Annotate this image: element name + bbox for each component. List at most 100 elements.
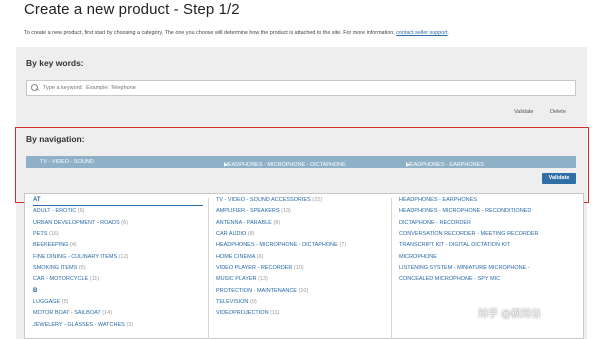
category-item[interactable]: SMOKING ITEMS (6) [33, 265, 133, 276]
category-name: HEADPHONES - MICROPHONE - DICTAPHONE [216, 242, 338, 249]
category-name: CONVERSATION RECORDER - MEETING RECORDER [399, 231, 539, 238]
category-column-3: HEADPHONES - EARPHONES HEADPHONES - MICRO… [399, 197, 539, 288]
category-item[interactable]: CAR - MOTORCYCLE (11) [33, 276, 133, 287]
category-count: (8) [273, 219, 281, 226]
category-count: (14) [102, 310, 112, 317]
category-count: (5) [61, 299, 69, 306]
category-item[interactable]: TRANSCRIPT KIT - DIGITAL DICTATION KIT [399, 242, 539, 253]
category-count: (13) [281, 208, 291, 215]
category-count: (13) [258, 276, 268, 283]
category-count: (22) [312, 197, 323, 203]
category-list-b: LUGGAGE (5) MOTOR BOAT - SAILBOAT (14) JEW… [33, 299, 133, 333]
letter-heading-a: AT [33, 197, 41, 203]
category-name: CONCEALED MICROPHONE - SPY MIC [399, 276, 501, 283]
category-name: DICTAPHONE - RECORDER [399, 219, 472, 226]
category-item[interactable]: MOTOR BOAT - SAILBOAT (14) [33, 310, 133, 321]
category-item[interactable]: CAR AUDIO (8) [216, 231, 346, 242]
category-name: VIDEOPROJECTION [216, 310, 269, 317]
category-item[interactable]: ANTENNA - PARABLE (8) [216, 220, 346, 231]
search-icon [31, 84, 39, 92]
intro-text: To create a new product, first start by … [24, 30, 449, 36]
category-name: HEADPHONES - MICROPHONE - RECONDITIONED [399, 208, 532, 215]
category-name: ANTENNA - PARABLE [216, 219, 272, 226]
category-name: JEWELERY - GLASSES - WATCHES [33, 321, 125, 328]
category-item[interactable]: VIDEO PLAYER - RECORDER (10) [216, 265, 346, 276]
subcategory-list: TV - VIDEO - SOUND ACCESSORIES (22) AMPLI… [216, 197, 346, 322]
category-count: (6) [78, 265, 86, 272]
keyword-search-panel: By key words: Validate Delete [16, 47, 587, 127]
category-item[interactable]: LISTENING SYSTEM - MINIATURE MICROPHONE … [399, 265, 539, 276]
category-name: PROTECTION - MAINTENANCE [216, 287, 297, 294]
category-name: MOTOR BOAT - SAILBOAT [33, 310, 101, 317]
category-count: (10) [298, 287, 309, 294]
category-count: (11) [270, 310, 280, 317]
category-item[interactable]: CONCEALED MICROPHONE - SPY MIC [399, 276, 539, 287]
category-count: (12) [118, 253, 129, 260]
category-item[interactable]: BEEKEEPING (4) [33, 242, 133, 253]
category-item[interactable]: TELEVISION (9) [216, 299, 346, 310]
category-item[interactable]: URBAN DEVELOPMENT - ROADS (6) [33, 220, 133, 231]
category-name: ADULT - EROTIC [33, 208, 77, 215]
category-count: (3) [126, 321, 134, 328]
category-item[interactable]: DICTAPHONE - RECORDER [399, 220, 539, 231]
category-item[interactable]: HOME CINEMA (6) [216, 254, 346, 265]
category-item[interactable]: PROTECTION - MAINTENANCE (10) [216, 288, 346, 299]
category-item[interactable]: PETS (16) [33, 231, 133, 242]
category-name: PETS [33, 231, 48, 238]
category-count: (10) [293, 265, 304, 272]
category-item[interactable]: CONVERSATION RECORDER - MEETING RECORDER [399, 231, 539, 242]
category-item[interactable]: VIDEOPROJECTION (11) [216, 310, 346, 321]
watermark: 知乎 @枫知谷 [478, 309, 542, 320]
category-name: LUGGAGE [33, 299, 61, 306]
category-name: BEEKEEPING [33, 242, 69, 249]
category-name: CAR AUDIO [216, 231, 247, 238]
category-name: CAR - MOTORCYCLE [33, 276, 89, 283]
category-name: VIDEO PLAYER - RECORDER [216, 265, 293, 272]
category-name: MICROPHONE [399, 253, 437, 260]
category-item[interactable]: HEADPHONES - MICROPHONE - RECONDITIONED [399, 208, 539, 219]
letter-heading-b: B [33, 287, 38, 294]
keyword-validate-button[interactable]: Validate [514, 109, 533, 115]
category-count: (4) [70, 242, 77, 249]
category-name: FINE DINING - CULINARY ITEMS [33, 253, 118, 260]
keyword-delete-button[interactable]: Delete [550, 109, 566, 115]
category-item[interactable]: TV - VIDEO - SOUND ACCESSORIES (22) [216, 197, 346, 208]
column-divider [391, 198, 392, 339]
category-count: (9) [249, 299, 257, 306]
category-count: (6) [77, 208, 85, 215]
category-count: (8) [247, 231, 255, 238]
page-title: Create a new product - Step 1/2 [24, 1, 240, 18]
product-type-list: HEADPHONES - EARPHONES HEADPHONES - MICRO… [399, 197, 539, 288]
category-name: HEADPHONES - EARPHONES [399, 197, 477, 203]
keyword-search-box[interactable] [26, 80, 576, 96]
category-item[interactable]: MICROPHONE [399, 254, 539, 265]
intro-end: . [447, 30, 450, 36]
category-name: AMPLIFIER - SPEAKERS [216, 208, 280, 215]
category-count: (6) [256, 253, 264, 260]
category-item[interactable]: HEADPHONES - MICROPHONE - DICTAPHONE (7) [216, 242, 346, 253]
category-count: (11) [89, 276, 100, 283]
category-item[interactable]: JEWELERY - GLASSES - WATCHES (3) [33, 322, 133, 333]
category-column-2: TV - VIDEO - SOUND ACCESSORIES (22) AMPLI… [216, 197, 346, 322]
category-column-1: AT ADULT - EROTIC (6) URBAN DEVELOPMENT -… [33, 197, 133, 333]
category-item[interactable]: LUGGAGE (5) [33, 299, 133, 310]
category-item[interactable]: MUSIC PLAYER (13) [216, 276, 346, 287]
keyword-section-title: By key words: [26, 58, 84, 68]
category-name: MUSIC PLAYER [216, 276, 257, 283]
category-name: SMOKING ITEMS [33, 265, 78, 272]
category-item[interactable]: ADULT - EROTIC (6) [33, 208, 133, 219]
category-count: (7) [339, 242, 347, 249]
category-count: (6) [121, 219, 128, 226]
category-name: TELEVISION [216, 299, 249, 306]
highlight-frame [15, 127, 589, 203]
category-item[interactable]: AMPLIFIER - SPEAKERS (13) [216, 208, 346, 219]
category-name: HOME CINEMA [216, 253, 256, 260]
column-divider [208, 198, 209, 339]
category-list-a: ADULT - EROTIC (6) URBAN DEVELOPMENT - RO… [33, 208, 133, 287]
category-item[interactable]: HEADPHONES - EARPHONES [399, 197, 539, 208]
category-name: TRANSCRIPT KIT - DIGITAL DICTATION KIT [399, 242, 511, 249]
keyword-search-input[interactable] [43, 85, 543, 91]
category-item[interactable]: FINE DINING - CULINARY ITEMS (12) [33, 254, 133, 265]
category-name: LISTENING SYSTEM - MINIATURE MICROPHONE … [399, 265, 530, 272]
contact-seller-support-link[interactable]: contact seller support [396, 30, 447, 36]
